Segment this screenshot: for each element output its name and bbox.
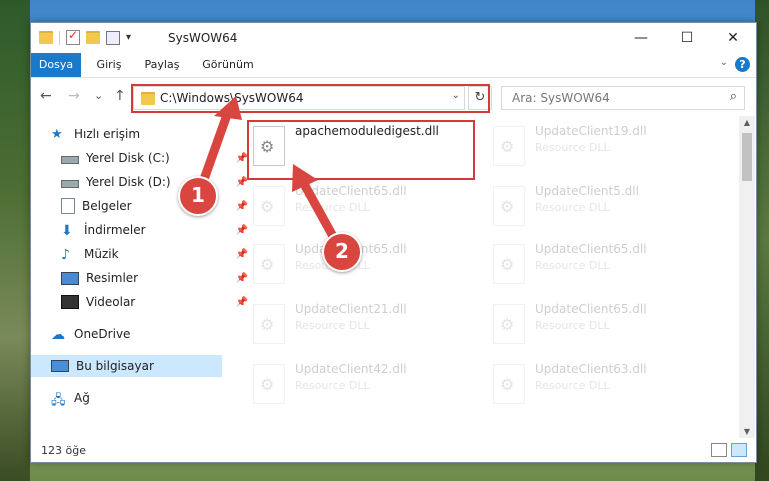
arrow-1-head xyxy=(214,96,242,120)
annotation-badge-1: 1 xyxy=(178,176,218,216)
arrow-2-shaft xyxy=(298,177,340,245)
annotation-badge-2: 2 xyxy=(322,232,362,272)
annotation-arrows xyxy=(197,96,340,245)
arrow-1-shaft xyxy=(197,107,233,190)
